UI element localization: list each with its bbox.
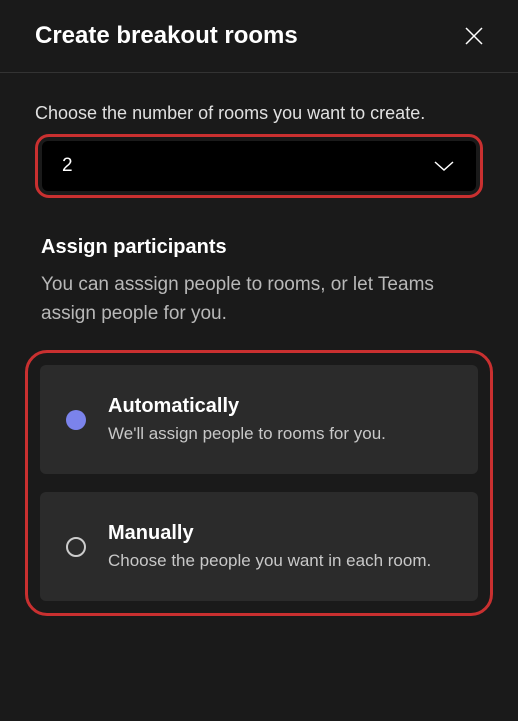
option-text-group: Manually Choose the people you want in e… [108, 522, 431, 571]
close-icon [464, 26, 484, 46]
assign-options-highlight: Automatically We'll assign people to roo… [25, 350, 493, 616]
close-button[interactable] [460, 22, 488, 50]
option-automatically-description: We'll assign people to rooms for you. [108, 424, 386, 444]
option-automatically-title: Automatically [108, 395, 386, 418]
option-automatically[interactable]: Automatically We'll assign people to roo… [40, 365, 478, 474]
chevron-down-icon [432, 159, 456, 173]
rooms-instruction: Choose the number of rooms you want to c… [35, 103, 483, 124]
radio-unselected-icon [66, 537, 86, 557]
dialog-header: Create breakout rooms [0, 0, 518, 73]
dialog-content: Choose the number of rooms you want to c… [0, 73, 518, 636]
rooms-count-value: 2 [62, 155, 73, 177]
assign-section-description: You can asssign people to rooms, or let … [35, 271, 483, 328]
option-manually-title: Manually [108, 522, 431, 545]
option-manually[interactable]: Manually Choose the people you want in e… [40, 492, 478, 601]
radio-selected-icon [66, 410, 86, 430]
assign-section-title: Assign participants [35, 236, 483, 259]
option-text-group: Automatically We'll assign people to roo… [108, 395, 386, 444]
rooms-dropdown-highlight: 2 [35, 134, 483, 198]
option-manually-description: Choose the people you want in each room. [108, 551, 431, 571]
rooms-count-dropdown[interactable]: 2 [42, 141, 476, 191]
dialog-title: Create breakout rooms [35, 22, 298, 50]
